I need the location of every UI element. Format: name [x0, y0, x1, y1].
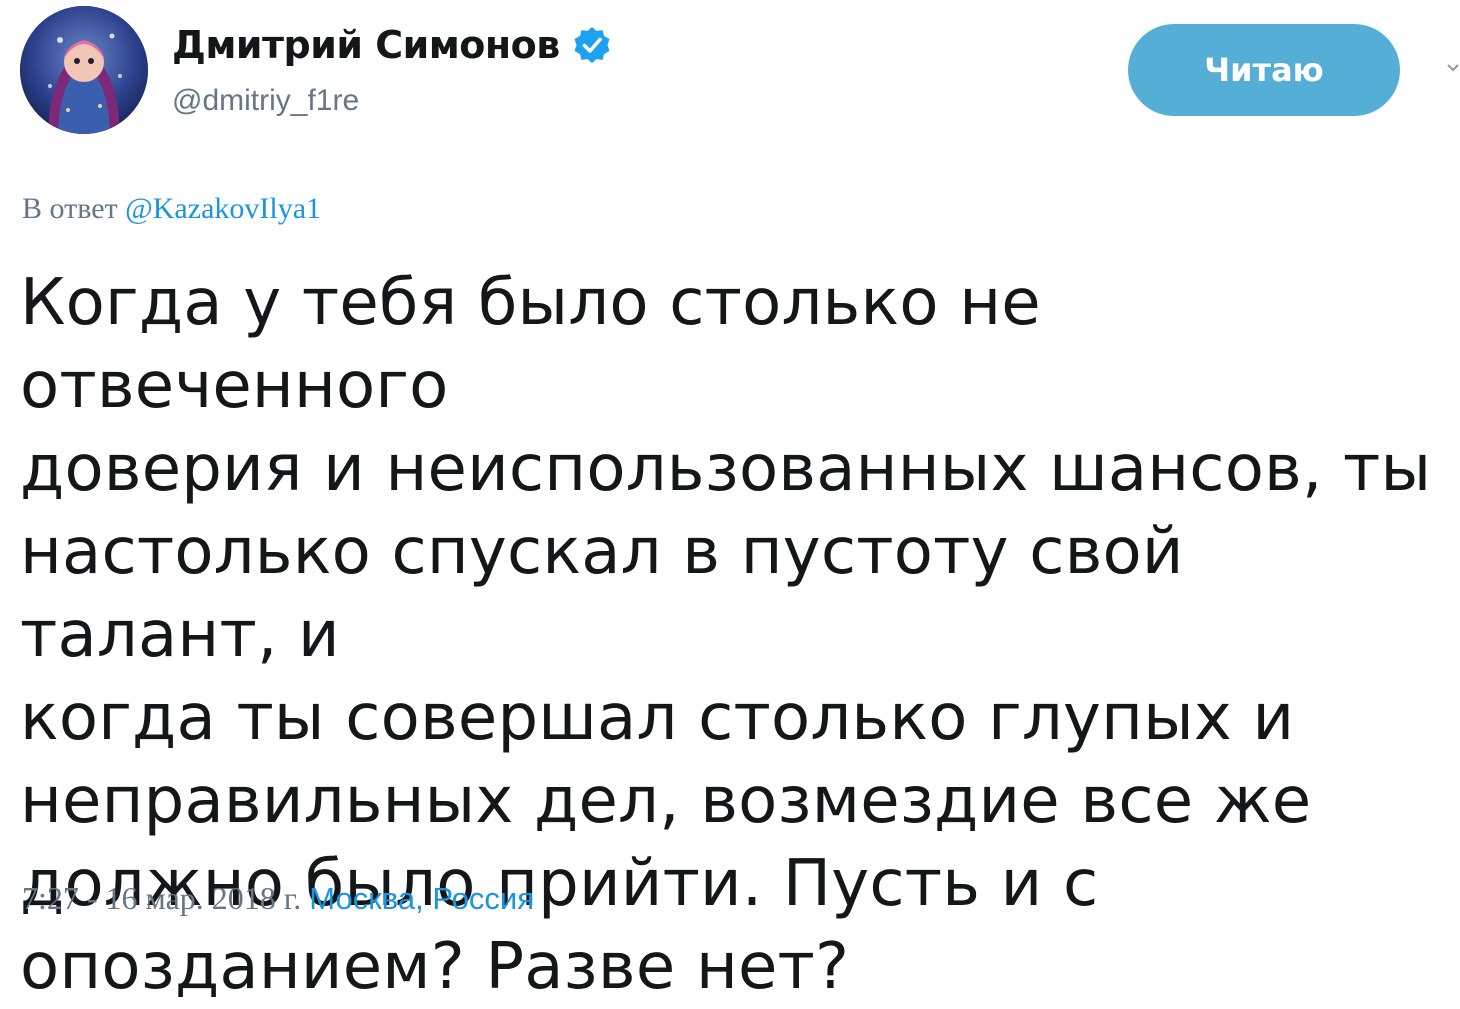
chevron-down-icon[interactable]	[1446, 56, 1460, 80]
tweet-meta: 7:27 - 16 мар. 2018 г. Москва, Россия	[22, 880, 534, 917]
avatar-portrait-icon	[20, 6, 148, 134]
author-handle[interactable]: @dmitriy_f1re	[172, 84, 359, 118]
avatar[interactable]	[20, 6, 148, 134]
reply-context: В ответ @KazakovIlya1	[22, 192, 321, 226]
tweet-card: Дмитрий Симонов @dmitriy_f1re Читаю В от…	[0, 0, 1460, 1004]
tweet-timestamp[interactable]: 7:27 - 16 мар. 2018 г.	[22, 880, 301, 916]
verified-badge-icon	[574, 27, 610, 63]
author-name-row: Дмитрий Симонов	[172, 20, 612, 70]
author-display-name[interactable]: Дмитрий Симонов	[172, 23, 560, 67]
tweet-location-link[interactable]: Москва, Россия	[309, 881, 534, 916]
following-button[interactable]: Читаю	[1128, 24, 1400, 116]
reply-mention-link[interactable]: @KazakovIlya1	[125, 192, 321, 225]
reply-prefix: В ответ	[22, 192, 118, 225]
